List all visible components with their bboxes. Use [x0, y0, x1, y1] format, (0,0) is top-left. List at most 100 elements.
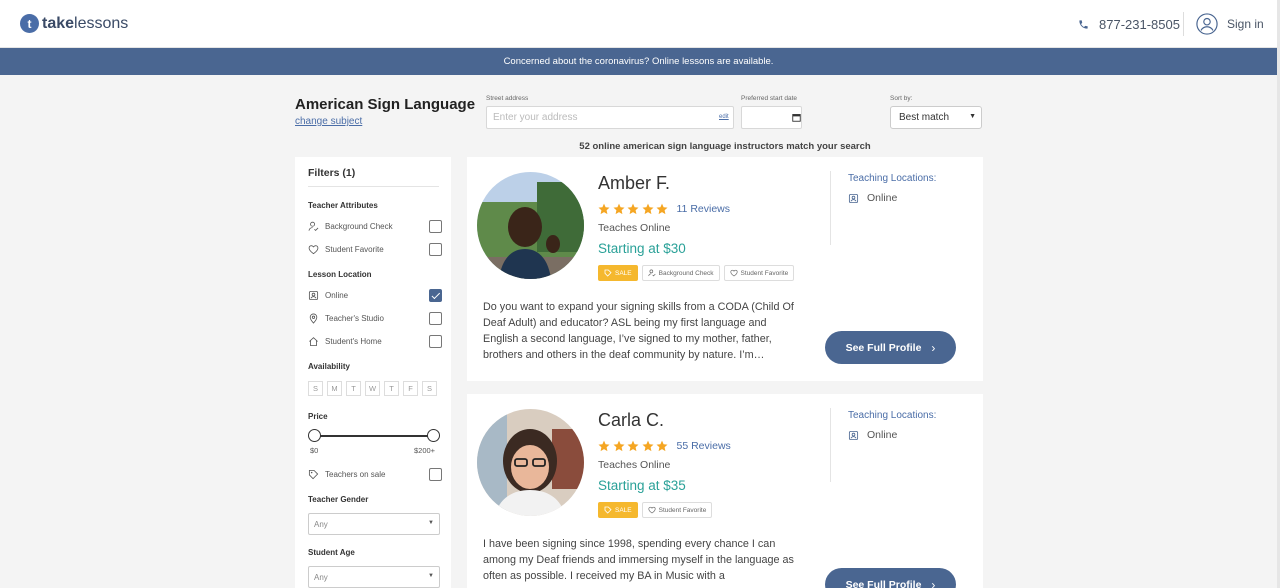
price-slider-max-handle[interactable]	[427, 429, 440, 442]
lesson-location-label: Lesson Location	[308, 270, 372, 279]
sort-select[interactable]: Best match ▼	[890, 106, 982, 129]
phone-number: 877-231-8505	[1099, 17, 1180, 32]
teaching-locations-title: Teaching Locations:	[848, 173, 937, 184]
teacher-gender-select[interactable]: Any ▼	[308, 513, 440, 535]
filters-panel: Filters (1) Teacher Attributes Backgroun…	[295, 157, 451, 588]
filter-online[interactable]: Online	[308, 287, 442, 303]
start-date-input[interactable]	[741, 106, 802, 129]
teacher-gender-label: Teacher Gender	[308, 495, 369, 504]
student-favorite-label: Student Favorite	[325, 244, 384, 254]
address-edit-link[interactable]: edit	[719, 114, 729, 120]
teaching-locations-title: Teaching Locations:	[848, 410, 937, 421]
background-check-checkbox[interactable]	[429, 219, 442, 233]
caret-down-icon: ▼	[428, 520, 434, 526]
see-full-profile-label: See Full Profile	[845, 341, 922, 354]
sale-badge-label: SALE	[615, 269, 632, 277]
day-toggle[interactable]: F	[403, 381, 418, 396]
teacher-photo	[477, 172, 584, 279]
match-count: 52 online american sign language instruc…	[579, 141, 871, 152]
star-icon	[598, 203, 610, 215]
star-icon	[642, 440, 653, 452]
teacher-bio: I have been signing since 1998, spending…	[483, 538, 794, 582]
teaching-location-label: Online	[867, 429, 898, 441]
subject-title: American Sign Language	[295, 96, 476, 113]
site-header: t take lessons 877-231-8505 Sign in	[0, 0, 1277, 48]
star-icon	[627, 440, 639, 452]
signin-label: Sign in	[1227, 17, 1264, 31]
sale-badge-label: SALE	[615, 506, 632, 514]
filter-teachers-studio[interactable]: Teacher's Studio	[308, 310, 442, 326]
day-toggle[interactable]: M	[327, 381, 342, 396]
filter-students-home[interactable]: Student's Home	[308, 333, 442, 349]
avatar[interactable]	[477, 409, 584, 516]
phone-icon	[1079, 20, 1088, 29]
address-placeholder: Enter your address	[493, 112, 578, 123]
see-full-profile-button[interactable]: See Full Profile ›	[825, 568, 956, 588]
day-toggle[interactable]: T	[384, 381, 399, 396]
change-subject-link[interactable]: change subject	[295, 116, 362, 127]
teacher-name[interactable]: Amber F.	[598, 173, 670, 194]
teaching-location-online: Online	[848, 192, 897, 204]
star-icon	[656, 440, 668, 452]
badges: SALE Background Check Student Favorite	[598, 265, 798, 281]
filters-title: Filters (1)	[308, 167, 356, 179]
day-toggle[interactable]: S	[422, 381, 437, 396]
heart-icon	[308, 244, 319, 254]
signin-link[interactable]: Sign in	[1196, 13, 1264, 35]
tag-icon	[308, 469, 319, 479]
teacher-attributes-label: Teacher Attributes	[308, 201, 378, 210]
students-home-checkbox[interactable]	[429, 334, 442, 348]
see-full-profile-label: See Full Profile	[845, 578, 922, 588]
online-checkbox[interactable]	[429, 288, 442, 302]
teaching-location-label: Online	[867, 192, 898, 204]
caret-down-icon: ▼	[969, 113, 976, 120]
student-age-select[interactable]: Any ▼	[308, 566, 440, 588]
rating: 55 Reviews	[598, 440, 731, 452]
badges: SALE Student Favorite	[598, 502, 716, 518]
teachers-studio-checkbox[interactable]	[429, 311, 442, 325]
teachers-on-sale-label: Teachers on sale	[325, 469, 386, 479]
teacher-card[interactable]: Carla C. 55 Reviews Teaches Online Start…	[467, 394, 983, 588]
home-icon	[309, 336, 318, 346]
filter-student-favorite[interactable]: Student Favorite	[308, 241, 442, 257]
teaches-online: Teaches Online	[598, 459, 671, 471]
teachers-on-sale-checkbox[interactable]	[429, 467, 442, 481]
availability-days: S M T W T F S	[308, 381, 441, 396]
card-divider	[830, 408, 831, 482]
star-icon	[598, 440, 610, 452]
sort-value: Best match	[899, 112, 950, 123]
day-toggle[interactable]: S	[308, 381, 323, 396]
filter-background-check[interactable]: Background Check	[308, 218, 442, 234]
phone-link[interactable]: 877-231-8505	[1078, 17, 1180, 32]
student-age-value: Any	[314, 573, 328, 582]
banner-text: Concerned about the coronavirus? Online …	[503, 56, 774, 67]
person-check-icon	[647, 269, 656, 277]
price-slider-min-handle[interactable]	[308, 429, 321, 442]
heart-icon	[730, 269, 738, 277]
student-favorite-badge: Student Favorite	[723, 265, 795, 281]
star-icon	[627, 203, 639, 215]
logo[interactable]: t take lessons	[20, 14, 128, 33]
star-icon	[642, 203, 653, 215]
person-check-icon	[308, 221, 319, 231]
reviews-link[interactable]: 55 Reviews	[677, 440, 731, 452]
price-min: $0	[310, 446, 319, 455]
avatar[interactable]	[477, 172, 584, 279]
address-input[interactable]: Enter your address	[486, 106, 734, 129]
see-full-profile-button[interactable]: See Full Profile ›	[825, 331, 956, 364]
laptop-icon	[308, 290, 319, 300]
filters-divider	[308, 186, 439, 187]
laptop-icon	[848, 193, 859, 203]
heart-icon	[648, 506, 656, 514]
day-toggle[interactable]: T	[346, 381, 361, 396]
student-favorite-checkbox[interactable]	[429, 242, 442, 256]
price-label: Price	[308, 412, 328, 421]
teacher-name[interactable]: Carla C.	[598, 410, 664, 431]
logo-text-lessons: lessons	[74, 14, 129, 32]
star-icon	[613, 203, 624, 215]
price-slider-track[interactable]	[315, 435, 433, 437]
reviews-link[interactable]: 11 Reviews	[677, 203, 731, 215]
teacher-card[interactable]: Amber F. 11 Reviews Teaches Online Start…	[467, 157, 983, 381]
day-toggle[interactable]: W	[365, 381, 380, 396]
filter-teachers-on-sale[interactable]: Teachers on sale	[308, 466, 442, 482]
